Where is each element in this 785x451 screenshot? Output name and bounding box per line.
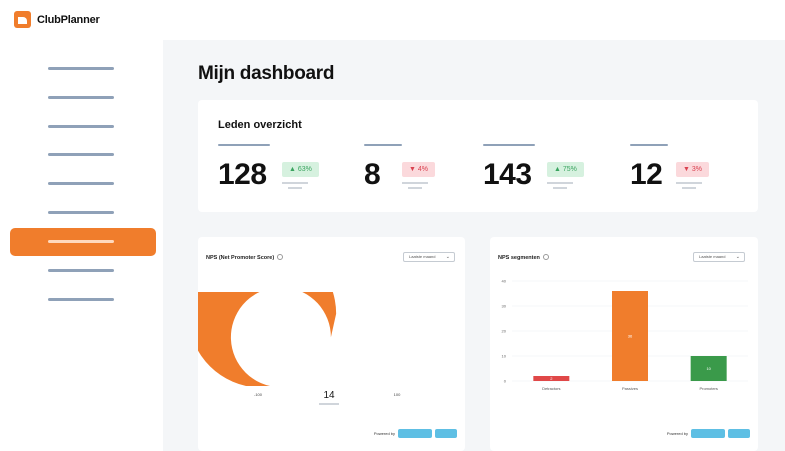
stat-caption-line [288, 187, 302, 189]
data-label: 10 [706, 366, 711, 371]
nps-segments-chart: 0102030402Detractors36Passives10Promoter… [502, 279, 748, 391]
score-caption-line [319, 403, 339, 405]
x-tick-label: Promoters [699, 386, 717, 391]
stat-value: 8 [364, 158, 381, 191]
sidebar-item-4[interactable] [48, 153, 114, 156]
y-tick-label: 30 [502, 304, 507, 309]
trend-badge: ▲ 63% [282, 162, 319, 177]
y-tick-label: 10 [502, 354, 507, 359]
stat-label-line [630, 144, 668, 146]
sidebar [0, 40, 163, 451]
sidebar-item-1[interactable] [48, 67, 114, 70]
data-label: 36 [628, 334, 633, 339]
sidebar-item-6[interactable] [48, 211, 114, 214]
info-icon[interactable] [277, 254, 284, 260]
gauge-fill-arc [198, 292, 337, 386]
stat-caption-line [402, 182, 428, 184]
trend-badge: ▼ 3% [676, 162, 709, 177]
nps-segments-card: NPS segmenten Laatste maand ⌄ 0 10 20 30 40 2 D… [490, 237, 758, 451]
trend-badge: ▼ 4% [402, 162, 435, 177]
y-tick-label: 20 [502, 329, 507, 334]
powered-by: Powered by [374, 429, 457, 438]
x-tick-label: Passives [622, 386, 638, 391]
stat-caption-line [282, 182, 308, 184]
nps-period-dropdown[interactable]: Laatste maand ⌄ [403, 252, 455, 262]
members-overview-card: Leden overzicht 128 ▲ 63% 8 ▼ 4% 143 ▲ 7… [198, 100, 758, 212]
stat-caption-line [553, 187, 567, 189]
info-icon[interactable] [542, 254, 549, 260]
powered-by: Powered by [667, 429, 750, 438]
nps-title: NPS (Net Promoter Score) [206, 254, 284, 261]
stat-label-line [218, 144, 270, 146]
sidebar-item-3[interactable] [48, 125, 114, 128]
powered-by-text: Powered by [373, 431, 395, 436]
overview-title: Leden overzicht [218, 119, 302, 131]
chevron-down-icon: ⌄ [445, 254, 450, 260]
sidebar-item-8[interactable] [48, 269, 114, 272]
segments-title-text: NPS segmenten [498, 255, 540, 261]
stat-value: 12 [630, 158, 663, 191]
chevron-down-icon: ⌄ [735, 254, 740, 260]
nps-card: NPS (Net Promoter Score) Laatste maand ⌄ … [198, 237, 465, 451]
stat-label-line [483, 144, 535, 146]
gauge-min-label: -100 [254, 392, 263, 397]
stat-caption-line [682, 187, 696, 189]
page-title: Mijn dashboard [198, 63, 335, 84]
powered-by-logo[interactable] [691, 429, 725, 438]
stat-label-line [364, 144, 402, 146]
sidebar-item-9[interactable] [48, 298, 114, 301]
y-tick-label: 40 [502, 279, 507, 284]
logo-icon [14, 11, 31, 28]
top-bar: ClubPlanner [0, 0, 785, 40]
segments-period-dropdown[interactable]: Laatste maand ⌄ [693, 252, 745, 262]
gauge-max-label: 100 [394, 392, 401, 397]
nps-score: 14 [323, 390, 335, 401]
stat-caption-line [547, 182, 573, 184]
sidebar-item-active-label [48, 240, 114, 243]
stat-value: 143 [483, 158, 532, 191]
app-name: ClubPlanner [37, 13, 100, 26]
powered-by-badge[interactable] [728, 429, 750, 438]
y-tick-label: 0 [504, 379, 507, 384]
sidebar-item-2[interactable] [48, 96, 114, 99]
stat-caption-line [408, 187, 422, 189]
powered-by-badge[interactable] [435, 429, 457, 438]
stat-caption-line [676, 182, 702, 184]
trend-badge: ▲ 75% [547, 162, 584, 177]
x-tick-label: Detractors [542, 386, 560, 391]
nps-title-text: NPS (Net Promoter Score) [206, 255, 275, 261]
stat-value: 128 [218, 158, 267, 191]
dropdown-value: Laatste maand [409, 254, 436, 259]
dropdown-value: Laatste maand [699, 254, 726, 259]
powered-by-text: Powered by [666, 431, 688, 436]
sidebar-item-5[interactable] [48, 182, 114, 185]
nps-gauge: -100 100 14 [198, 292, 401, 406]
powered-by-logo[interactable] [398, 429, 432, 438]
segments-title: NPS segmenten [498, 254, 549, 261]
clubplanner-logo[interactable]: ClubPlanner [14, 11, 100, 28]
sidebar-item-active[interactable] [10, 228, 156, 256]
